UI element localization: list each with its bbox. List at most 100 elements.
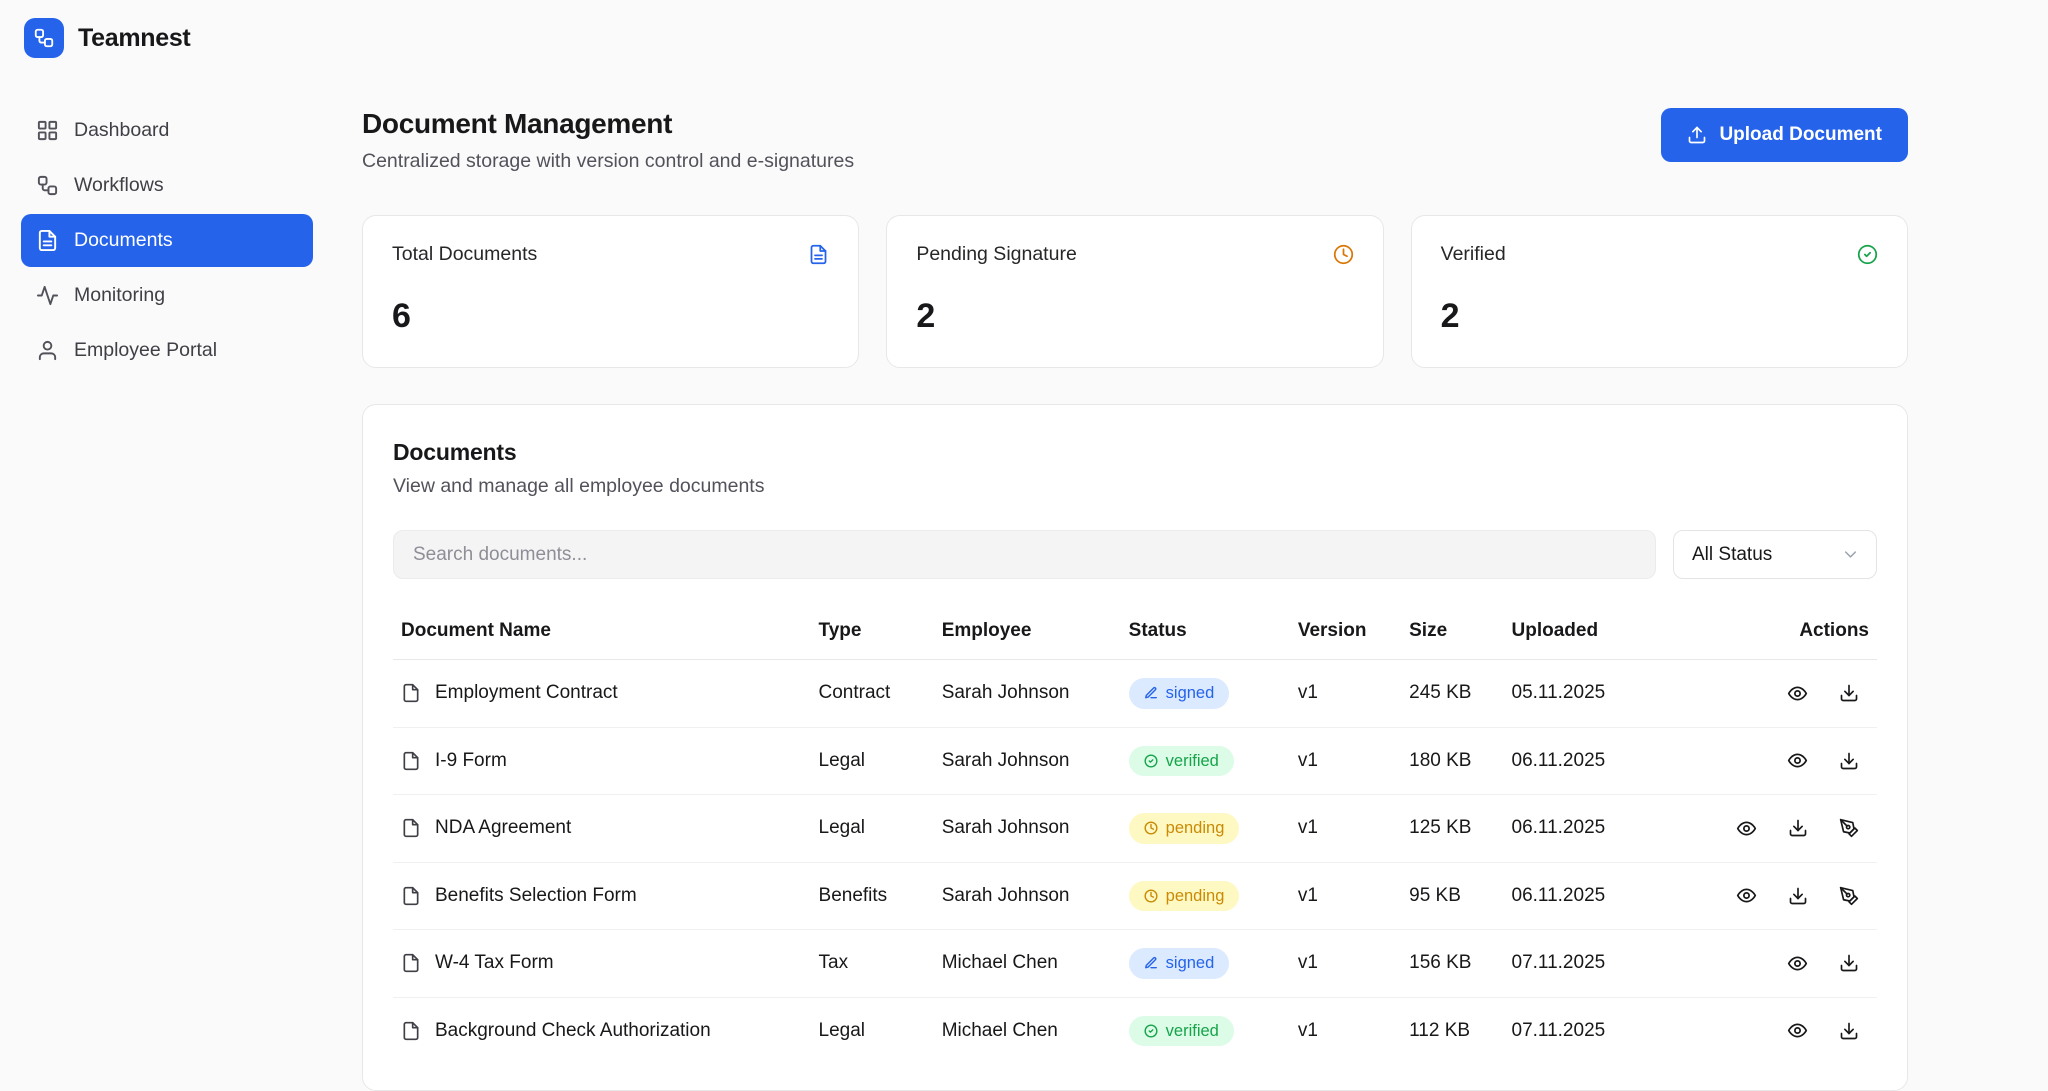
status-badge-label: signed: [1166, 685, 1215, 702]
document-uploaded: 06.11.2025: [1502, 795, 1701, 863]
view-button[interactable]: [1734, 883, 1759, 908]
sign-button[interactable]: [1837, 816, 1861, 840]
table-header-row: Document Name Type Employee Status Versi…: [393, 605, 1877, 660]
sidebar-item-label: Documents: [74, 229, 173, 252]
document-size: 245 KB: [1399, 660, 1501, 728]
download-icon: [1839, 751, 1859, 771]
document-type: Tax: [809, 930, 932, 998]
document-type: Legal: [809, 795, 932, 863]
document-type: Legal: [809, 997, 932, 1064]
filter-row: All Status: [393, 530, 1877, 579]
status-badge-label: verified: [1166, 753, 1219, 770]
column-header-version: Version: [1288, 605, 1399, 660]
document-uploaded: 05.11.2025: [1502, 660, 1701, 728]
document-version: v1: [1288, 997, 1399, 1064]
download-icon: [1788, 886, 1808, 906]
sidebar-item-label: Employee Portal: [74, 339, 217, 362]
check-circle-icon: [1144, 754, 1158, 768]
download-button[interactable]: [1837, 1019, 1861, 1043]
column-header-actions: Actions: [1700, 605, 1877, 660]
document-version: v1: [1288, 930, 1399, 998]
eye-icon: [1787, 750, 1808, 771]
file-icon: [401, 886, 421, 906]
stat-cards: Total Documents 6 Pending Signature 2: [362, 215, 1908, 368]
dashboard-icon: [36, 119, 59, 142]
sidebar-item-workflows[interactable]: Workflows: [21, 159, 313, 212]
sidebar-item-documents[interactable]: Documents: [21, 214, 313, 267]
sidebar-item-dashboard[interactable]: Dashboard: [21, 104, 313, 157]
sidebar-item-monitoring[interactable]: Monitoring: [21, 269, 313, 322]
download-button[interactable]: [1786, 884, 1810, 908]
view-button[interactable]: [1734, 816, 1759, 841]
page-title: Document Management: [362, 108, 854, 140]
pen-tool-icon: [1839, 886, 1859, 906]
column-header-uploaded: Uploaded: [1502, 605, 1701, 660]
document-name: Employment Contract: [435, 682, 618, 704]
download-icon: [1788, 818, 1808, 838]
panel-subtitle: View and manage all employee documents: [393, 475, 1877, 498]
stat-label: Verified: [1441, 243, 1506, 266]
teamnest-logo: [24, 18, 64, 58]
download-icon: [1839, 683, 1859, 703]
file-icon: [401, 818, 421, 838]
main-content: Document Management Centralized storage …: [334, 76, 2048, 1091]
table-row: Benefits Selection Form Benefits Sarah J…: [393, 862, 1877, 930]
brand-name: Teamnest: [78, 24, 190, 53]
upload-document-button[interactable]: Upload Document: [1661, 108, 1908, 162]
view-button[interactable]: [1785, 681, 1810, 706]
pen-tool-icon: [1839, 818, 1859, 838]
status-filter-dropdown[interactable]: All Status: [1673, 530, 1877, 579]
document-version: v1: [1288, 660, 1399, 728]
table-row: Background Check Authorization Legal Mic…: [393, 997, 1877, 1064]
stat-label: Total Documents: [392, 243, 537, 266]
document-name: W-4 Tax Form: [435, 952, 554, 974]
document-uploaded: 06.11.2025: [1502, 862, 1701, 930]
file-icon: [401, 1021, 421, 1041]
document-name: Benefits Selection Form: [435, 885, 637, 907]
column-header-employee: Employee: [932, 605, 1119, 660]
download-icon: [1839, 1021, 1859, 1041]
page-header: Document Management Centralized storage …: [362, 108, 1908, 173]
column-header-document-name: Document Name: [393, 605, 809, 660]
view-button[interactable]: [1785, 951, 1810, 976]
download-button[interactable]: [1837, 681, 1861, 705]
view-button[interactable]: [1785, 1018, 1810, 1043]
document-size: 125 KB: [1399, 795, 1501, 863]
sidebar-item-employee-portal[interactable]: Employee Portal: [21, 324, 313, 377]
table-row: Employment Contract Contract Sarah Johns…: [393, 660, 1877, 728]
user-icon: [36, 339, 59, 362]
download-button[interactable]: [1786, 816, 1810, 840]
sign-button[interactable]: [1837, 884, 1861, 908]
document-uploaded: 07.11.2025: [1502, 930, 1701, 998]
stat-card-pending-signature: Pending Signature 2: [886, 215, 1383, 368]
download-button[interactable]: [1837, 749, 1861, 773]
status-badge-label: pending: [1166, 888, 1225, 905]
document-type: Benefits: [809, 862, 932, 930]
sidebar-item-label: Dashboard: [74, 119, 169, 142]
document-name: NDA Agreement: [435, 817, 571, 839]
file-icon: [401, 751, 421, 771]
upload-icon: [1687, 125, 1707, 145]
status-badge: verified: [1129, 1016, 1234, 1047]
status-badge: pending: [1129, 813, 1240, 844]
eye-icon: [1736, 885, 1757, 906]
document-name: Background Check Authorization: [435, 1020, 711, 1042]
file-icon: [401, 683, 421, 703]
view-button[interactable]: [1785, 748, 1810, 773]
document-employee: Michael Chen: [932, 930, 1119, 998]
workflow-icon: [36, 174, 59, 197]
status-badge: pending: [1129, 881, 1240, 912]
status-badge: verified: [1129, 746, 1234, 777]
document-name: I-9 Form: [435, 750, 507, 772]
document-employee: Sarah Johnson: [932, 727, 1119, 795]
download-button[interactable]: [1837, 951, 1861, 975]
search-input[interactable]: [393, 530, 1656, 579]
stat-value: 2: [1441, 297, 1878, 336]
status-badge: signed: [1129, 948, 1230, 979]
document-type: Legal: [809, 727, 932, 795]
panel-title: Documents: [393, 439, 1877, 466]
file-icon: [808, 244, 829, 265]
sidebar-item-label: Workflows: [74, 174, 164, 197]
workflow-logo-icon: [33, 27, 55, 49]
table-row: NDA Agreement Legal Sarah Johnson pendin…: [393, 795, 1877, 863]
